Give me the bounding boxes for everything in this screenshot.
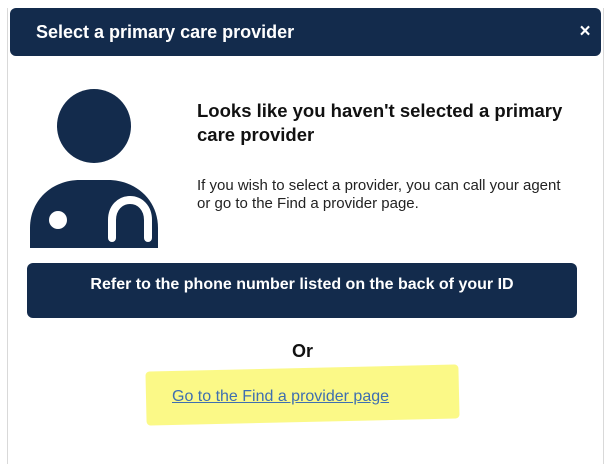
notice-body: If you wish to select a provider, you ca… <box>197 177 561 212</box>
close-icon[interactable]: × <box>575 22 595 42</box>
or-separator: Or <box>291 341 313 361</box>
modal-title: Select a primary care provider <box>36 22 295 42</box>
modal-header: Select a primary care provider × <box>10 8 601 56</box>
doctor-icon <box>30 89 158 248</box>
phone-number-button[interactable]: Refer to the phone number listed on the … <box>27 263 577 318</box>
notice-heading: Looks like you haven't selected a primar… <box>197 100 563 145</box>
find-provider-link[interactable]: Go to the Find a provider page <box>172 388 389 406</box>
